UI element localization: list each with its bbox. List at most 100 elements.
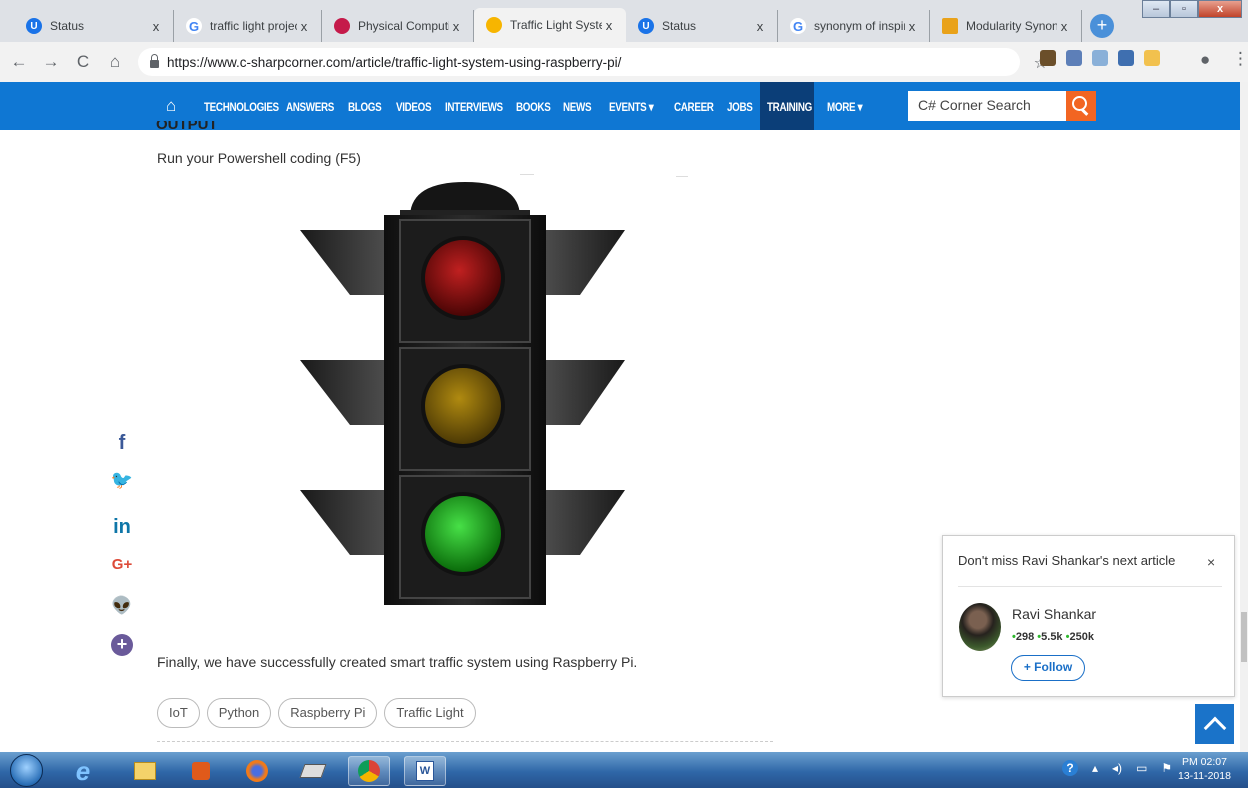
url-text[interactable]: https://www.c-sharpcorner.com/article/tr…: [167, 55, 621, 70]
tab-status-2[interactable]: U Status x: [626, 10, 778, 42]
tab-title: synonym of inspire: [814, 19, 905, 33]
search-icon[interactable]: [1066, 91, 1096, 121]
scanner-icon[interactable]: [292, 756, 334, 786]
minimize-button[interactable]: –: [1142, 0, 1170, 18]
taskbar-clock[interactable]: PM 02:07 13-11-2018: [1178, 755, 1231, 783]
stat-value: 250k: [1069, 631, 1094, 643]
run-instruction-text: Run your Powershell coding (F5): [157, 150, 361, 166]
extension-icons: [1040, 50, 1160, 66]
tab-physical-computing[interactable]: Physical Computing x: [322, 10, 474, 42]
media-player-icon[interactable]: [180, 756, 222, 786]
conclusion-text: Finally, we have successfully created sm…: [157, 654, 638, 670]
close-icon[interactable]: ×: [1207, 554, 1215, 570]
status-favicon-icon: U: [638, 18, 654, 34]
reload-icon[interactable]: C: [70, 52, 96, 72]
scrollbar-thumb[interactable]: [1241, 612, 1247, 662]
google-favicon-icon: G: [790, 18, 806, 34]
nav-training[interactable]: TRAINING: [767, 100, 812, 114]
tab-close-icon[interactable]: x: [149, 19, 163, 34]
network-icon[interactable]: ▭: [1136, 761, 1147, 775]
taskbar: e W: [0, 752, 1248, 788]
home-icon[interactable]: ⌂: [166, 96, 176, 116]
twitter-icon[interactable]: 🐦: [110, 470, 134, 491]
file-explorer-icon[interactable]: [124, 756, 166, 786]
browser-menu-icon[interactable]: ⋮: [1232, 49, 1248, 69]
tab-traffic-light-system[interactable]: Traffic Light System x: [474, 8, 626, 42]
follow-button[interactable]: + Follow: [1011, 655, 1085, 681]
new-tab-button[interactable]: +: [1090, 14, 1114, 38]
nav-interviews[interactable]: INTERVIEWS: [445, 100, 503, 114]
linkedin-icon[interactable]: in: [110, 516, 134, 539]
tab-close-icon[interactable]: x: [1057, 19, 1071, 34]
article-tags: IoT Python Raspberry Pi Traffic Light: [157, 698, 476, 728]
extension-icon[interactable]: [1066, 50, 1082, 66]
chrome-icon[interactable]: [348, 756, 390, 786]
window-controls: – ▫ x: [1142, 0, 1242, 18]
show-hidden-icons-icon[interactable]: ▴: [1092, 761, 1098, 775]
tab-close-icon[interactable]: x: [602, 18, 616, 33]
nav-more[interactable]: MORE ▾: [827, 100, 863, 114]
extension-icon[interactable]: [1118, 50, 1134, 66]
google-plus-icon[interactable]: G+: [110, 556, 134, 573]
nav-events[interactable]: EVENTS ▾: [609, 100, 654, 114]
author-stats: •298 •5.5k •250k: [1012, 631, 1094, 643]
tab-close-icon[interactable]: x: [753, 19, 767, 34]
nav-technologies[interactable]: TECHNOLOGIES: [204, 100, 279, 114]
tab-title: Status: [50, 19, 85, 33]
stat-value: 5.5k: [1041, 631, 1063, 643]
section-heading: OUTPUT: [156, 121, 218, 130]
reddit-icon[interactable]: 👽: [110, 596, 134, 616]
tab-close-icon[interactable]: x: [297, 19, 311, 34]
profile-icon[interactable]: ●: [1200, 50, 1210, 70]
tag-raspberry-pi[interactable]: Raspberry Pi: [278, 698, 378, 728]
tab-modularity-synonym[interactable]: Modularity Synonym x: [930, 10, 1082, 42]
avatar[interactable]: [959, 603, 1001, 651]
tab-traffic-light-project[interactable]: G traffic light project x: [174, 10, 322, 42]
tab-close-icon[interactable]: x: [449, 19, 463, 34]
facebook-icon[interactable]: f: [110, 432, 134, 455]
action-center-flag-icon[interactable]: ⚑: [1161, 761, 1172, 775]
nav-blogs[interactable]: BLOGS: [348, 100, 382, 114]
help-icon[interactable]: ?: [1062, 760, 1078, 776]
more-share-icon[interactable]: +: [111, 634, 133, 656]
follow-author-popup: Don't miss Ravi Shankar's next article ×…: [942, 535, 1235, 697]
nav-videos[interactable]: VIDEOS: [396, 100, 432, 114]
raspberry-pi-favicon-icon: [334, 18, 350, 34]
tag-iot[interactable]: IoT: [157, 698, 200, 728]
site-search-input[interactable]: C# Corner Search: [908, 91, 1068, 121]
divider: [157, 741, 773, 742]
extension-icon[interactable]: [1040, 50, 1056, 66]
author-name[interactable]: Ravi Shankar: [1012, 606, 1096, 622]
firefox-icon[interactable]: [236, 756, 278, 786]
nav-jobs[interactable]: JOBS: [727, 100, 753, 114]
system-tray: ? ▴ ◂) ▭ ⚑: [1062, 760, 1172, 776]
tab-synonym-of-inspire[interactable]: G synonym of inspire x: [778, 10, 930, 42]
nav-answers[interactable]: ANSWERS: [286, 100, 334, 114]
home-icon[interactable]: ⌂: [102, 52, 128, 72]
tab-status-1[interactable]: U Status x: [14, 10, 174, 42]
image-artifact: [676, 176, 688, 177]
address-bar[interactable]: https://www.c-sharpcorner.com/article/tr…: [138, 48, 1048, 76]
divider: [958, 586, 1222, 587]
traffic-light-image: [300, 182, 625, 605]
extension-icon[interactable]: [1144, 50, 1160, 66]
start-orb-icon[interactable]: [10, 754, 43, 787]
nav-career[interactable]: CAREER: [674, 100, 714, 114]
tab-close-icon[interactable]: x: [905, 19, 919, 34]
volume-icon[interactable]: ◂): [1112, 761, 1122, 775]
forward-arrow-icon[interactable]: →: [38, 52, 64, 72]
clock-time: PM 02:07: [1181, 756, 1227, 768]
tag-python[interactable]: Python: [206, 698, 272, 728]
word-icon[interactable]: W: [404, 756, 446, 786]
tag-traffic-light[interactable]: Traffic Light: [384, 698, 476, 728]
thesaurus-favicon-icon: [942, 18, 958, 34]
extension-icon[interactable]: [1092, 50, 1108, 66]
back-arrow-icon[interactable]: ←: [6, 52, 32, 72]
internet-explorer-icon[interactable]: e: [62, 756, 104, 786]
close-window-button[interactable]: x: [1198, 0, 1242, 18]
tab-title: Physical Computing: [358, 19, 449, 33]
scroll-to-top-button[interactable]: [1195, 704, 1234, 744]
nav-books[interactable]: BOOKS: [516, 100, 551, 114]
nav-news[interactable]: NEWS: [563, 100, 592, 114]
maximize-button[interactable]: ▫: [1170, 0, 1198, 18]
